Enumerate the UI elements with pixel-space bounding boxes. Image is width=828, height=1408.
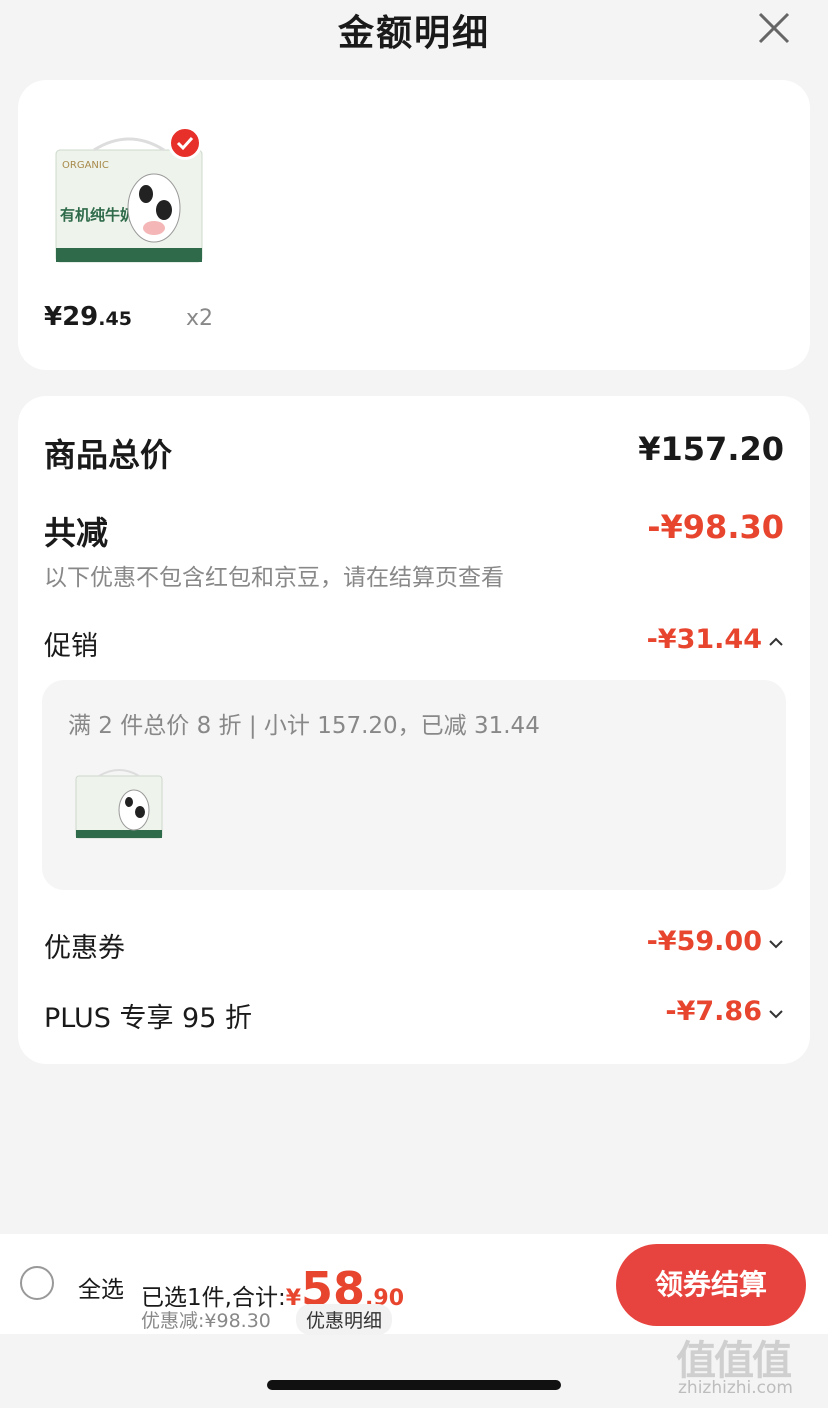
promo-value-group: -¥31.44	[647, 624, 784, 655]
coupon-value-group: -¥59.00	[647, 926, 784, 957]
header: 金额明细	[0, 0, 828, 60]
page-title: 金额明细	[337, 13, 490, 54]
total-row: 商品总价 ¥157.20	[44, 430, 784, 474]
checkout-bar: 全选 已选1件,合计:¥58.90 优惠减:¥98.30 优惠明细 领券结算	[0, 1234, 828, 1335]
product-name-text: 有机纯牛奶	[60, 206, 135, 224]
reduce-value: -¥98.30	[647, 508, 784, 546]
coupon-value: -¥59.00	[646, 926, 762, 957]
radio-unchecked-icon[interactable]	[20, 1266, 54, 1300]
currency-symbol: ¥	[285, 1286, 302, 1311]
coupon-label: 优惠券	[44, 933, 125, 964]
promo-detail-text: 满 2 件总价 8 折 | 小计 157.20，已减 31.44	[68, 713, 540, 739]
checkout-button[interactable]: 领券结算	[616, 1244, 806, 1326]
reduce-label: 共减	[44, 514, 109, 552]
selected-check-icon[interactable]	[168, 126, 202, 160]
plus-value: -¥7.86	[665, 996, 762, 1027]
watermark-url: zhizhizhi.com	[678, 1378, 793, 1398]
price-breakdown-card: 商品总价 ¥157.20 共减 -¥98.30 以下优惠不包含红包和京豆，请在结…	[18, 396, 810, 1064]
home-indicator[interactable]	[267, 1380, 561, 1390]
plus-label: PLUS 专享 95 折	[44, 1003, 252, 1034]
chevron-down-icon[interactable]	[768, 1008, 784, 1020]
chevron-up-icon[interactable]	[768, 636, 784, 648]
discount-detail-tag[interactable]: 优惠明细	[296, 1304, 393, 1335]
promo-detail-panel: 满 2 件总价 8 折 | 小计 157.20，已减 31.44	[42, 680, 786, 890]
product-card: ORGANIC 有机纯牛奶 ¥29.45 x2	[18, 80, 810, 370]
total-value: ¥157.20	[638, 430, 784, 468]
coupon-row[interactable]: 优惠券 -¥59.00	[44, 926, 784, 964]
reduce-row: 共减 -¥98.30	[44, 508, 784, 552]
plus-value-group: -¥7.86	[665, 996, 784, 1027]
promo-value: -¥31.44	[646, 624, 762, 655]
select-all-label[interactable]: 全选	[78, 1270, 124, 1304]
promo-product-thumbnail[interactable]	[74, 766, 164, 841]
promo-row[interactable]: 促销 -¥31.44	[44, 624, 784, 662]
product-brand-text: ORGANIC	[62, 160, 109, 171]
discount-summary: 优惠减:¥98.30	[141, 1310, 271, 1332]
total-label: 商品总价	[44, 436, 173, 474]
promo-label: 促销	[44, 631, 98, 662]
item-price: ¥29.45	[44, 302, 132, 332]
plus-row[interactable]: PLUS 专享 95 折 -¥7.86	[44, 996, 784, 1034]
reduce-note: 以下优惠不包含红包和京豆，请在结算页查看	[44, 565, 504, 591]
close-icon[interactable]	[756, 10, 792, 46]
chevron-down-icon[interactable]	[768, 938, 784, 950]
item-quantity: x2	[186, 306, 214, 331]
